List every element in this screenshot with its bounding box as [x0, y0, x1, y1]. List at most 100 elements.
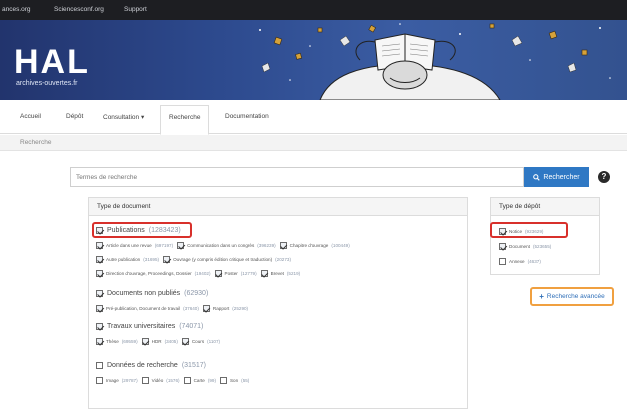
advanced-search-button[interactable]: + Recherche avancée: [530, 287, 614, 306]
topbar-link-support[interactable]: Support: [124, 6, 147, 13]
doc-option-label: Ouvrage (y compris édition critique et t…: [173, 257, 273, 262]
doc-option-checkbox[interactable]: [96, 256, 103, 263]
doc-group-header[interactable]: Documents non publiés (62930): [96, 290, 208, 297]
deposit-item-document[interactable]: Document (523655): [499, 243, 555, 250]
doc-option[interactable]: Article dans une revue (697197): [96, 242, 173, 249]
doc-option-count: (55): [241, 378, 250, 383]
doc-option-count: (19402): [194, 271, 211, 276]
tab-consultation[interactable]: Consultation ▾: [103, 113, 144, 121]
doc-option[interactable]: Carte (99): [183, 377, 216, 384]
doc-option[interactable]: Autre publication (31695): [96, 256, 159, 263]
plus-icon: +: [539, 292, 544, 301]
doc-option[interactable]: Poster (12779): [214, 270, 257, 277]
doc-option-count: (69559): [121, 339, 138, 344]
breadcrumb-current: Recherche: [20, 139, 52, 146]
doc-option-row: Pré-publication, Document de travail (376…: [96, 305, 252, 312]
tab-recherche[interactable]: Recherche: [160, 105, 210, 135]
doc-group-count: (31517): [181, 362, 206, 369]
doc-option-checkbox[interactable]: [96, 305, 103, 312]
doc-option[interactable]: HDR (3405): [141, 338, 178, 345]
doc-group-header[interactable]: Travaux universitaires (74071): [96, 323, 203, 330]
doc-option[interactable]: Brevet (5219): [260, 270, 300, 277]
doc-option[interactable]: Chapitre d'ouvrage (100449): [279, 242, 350, 249]
breadcrumb: Recherche: [0, 135, 627, 151]
doc-option-checkbox[interactable]: [260, 270, 268, 277]
doc-group-checkbox[interactable]: [96, 323, 103, 330]
search-button[interactable]: Rechercher: [524, 167, 589, 187]
deposit-item-annexe[interactable]: Annexe (4637): [499, 258, 545, 265]
doc-option-label: Cours: [191, 339, 205, 344]
reader-illustration: [259, 23, 611, 100]
doc-option-count: (12779): [240, 271, 257, 276]
doc-option-checkbox[interactable]: [181, 338, 189, 345]
annexe-label: Annexe: [509, 259, 525, 264]
doc-option-count: (100449): [331, 243, 350, 248]
topbar-link-episciences[interactable]: ances.org: [2, 6, 31, 13]
help-icon[interactable]: ?: [598, 171, 610, 183]
tab-depot[interactable]: Dépôt: [66, 113, 83, 120]
doc-option-count: (99): [207, 378, 216, 383]
doc-option-row: Direction d'ouvrage, Proceedings, Dossie…: [96, 270, 304, 277]
doc-option[interactable]: Pré-publication, Document de travail (376…: [96, 305, 199, 312]
doc-option-label: Pré-publication, Document de travail: [106, 306, 181, 311]
doc-option-label: Chapitre d'ouvrage: [289, 243, 329, 248]
topbar-link-sciencesconf[interactable]: Sciencesconf.org: [54, 6, 104, 13]
doc-option-row: Article dans une revue (697197) Communicat…: [96, 242, 354, 249]
doc-option-checkbox[interactable]: [96, 270, 103, 277]
doc-option[interactable]: Communication dans un congrès (396239): [177, 242, 276, 249]
doc-option-checkbox[interactable]: [183, 377, 191, 384]
publications-highlight: [92, 222, 192, 238]
doc-option[interactable]: Direction d'ouvrage, Proceedings, Dossie…: [96, 270, 211, 277]
doc-option-row: Autre publication (31695) Ouvrage (y compr…: [96, 256, 295, 263]
doc-option-count: (697197): [154, 243, 174, 248]
search-input[interactable]: [70, 167, 524, 187]
doc-group-checkbox[interactable]: [96, 290, 103, 297]
doc-option-checkbox[interactable]: [214, 270, 222, 277]
doc-group-label: Travaux universitaires: [107, 323, 176, 330]
doc-option-count: (29787): [121, 378, 138, 383]
top-bar: ances.org Sciencesconf.org Support: [0, 0, 627, 20]
doc-option-checkbox[interactable]: [219, 377, 227, 384]
search-button-label: Rechercher: [543, 173, 580, 181]
doc-option-label: Poster: [224, 271, 238, 276]
doc-option[interactable]: Vidéo (1576): [141, 377, 180, 384]
doc-option-row: Thèse (69559) HDR (3405) Cours (1107): [96, 338, 224, 345]
doc-option-checkbox[interactable]: [163, 256, 171, 263]
document-label: Document: [509, 244, 530, 249]
hal-logo[interactable]: HAL: [14, 45, 90, 79]
doc-option-checkbox[interactable]: [177, 242, 185, 249]
doc-group-checkbox[interactable]: [96, 362, 103, 369]
doc-option-label: Thèse: [106, 339, 119, 344]
doc-option-checkbox[interactable]: [96, 242, 103, 249]
doc-option-checkbox[interactable]: [96, 338, 103, 345]
doc-option-label: Autre publication: [106, 257, 141, 262]
doc-option-checkbox[interactable]: [202, 305, 210, 312]
hal-logo-subtitle: archives-ouvertes.fr: [16, 80, 78, 87]
deposit-type-title: Type de dépôt: [491, 198, 599, 216]
doc-option-checkbox[interactable]: [279, 242, 287, 249]
doc-option-count: (396239): [257, 243, 276, 248]
doc-option[interactable]: Thèse (69559): [96, 338, 138, 345]
doc-option[interactable]: Son (55): [219, 377, 250, 384]
doc-option[interactable]: Ouvrage (y compris édition critique et t…: [163, 256, 291, 263]
doc-option-label: Son: [229, 378, 239, 383]
doc-option-checkbox[interactable]: [96, 377, 103, 384]
tab-accueil[interactable]: Accueil: [20, 113, 41, 120]
annexe-checkbox[interactable]: [499, 258, 506, 265]
advanced-search-label: Recherche avancée: [546, 293, 605, 300]
tab-documentation[interactable]: Documentation: [225, 113, 269, 120]
doc-option-checkbox[interactable]: [141, 377, 149, 384]
doc-option[interactable]: Cours (1107): [181, 338, 220, 345]
doc-option-count: (1576): [166, 378, 180, 383]
document-checkbox[interactable]: [499, 243, 506, 250]
doc-option-checkbox[interactable]: [141, 338, 149, 345]
doc-option[interactable]: Rapport (25290): [202, 305, 248, 312]
doc-option-label: Image: [106, 378, 119, 383]
doc-group-header[interactable]: Données de recherche (31517): [96, 362, 206, 369]
doc-option-label: Brevet: [270, 271, 284, 276]
doc-option-count: (20273): [275, 257, 291, 262]
doc-option[interactable]: Image (29787): [96, 377, 138, 384]
doc-option-label: HDR: [151, 339, 162, 344]
header-banner: HAL archives-ouvertes.fr: [0, 20, 627, 100]
doc-option-label: Vidéo: [151, 378, 164, 383]
